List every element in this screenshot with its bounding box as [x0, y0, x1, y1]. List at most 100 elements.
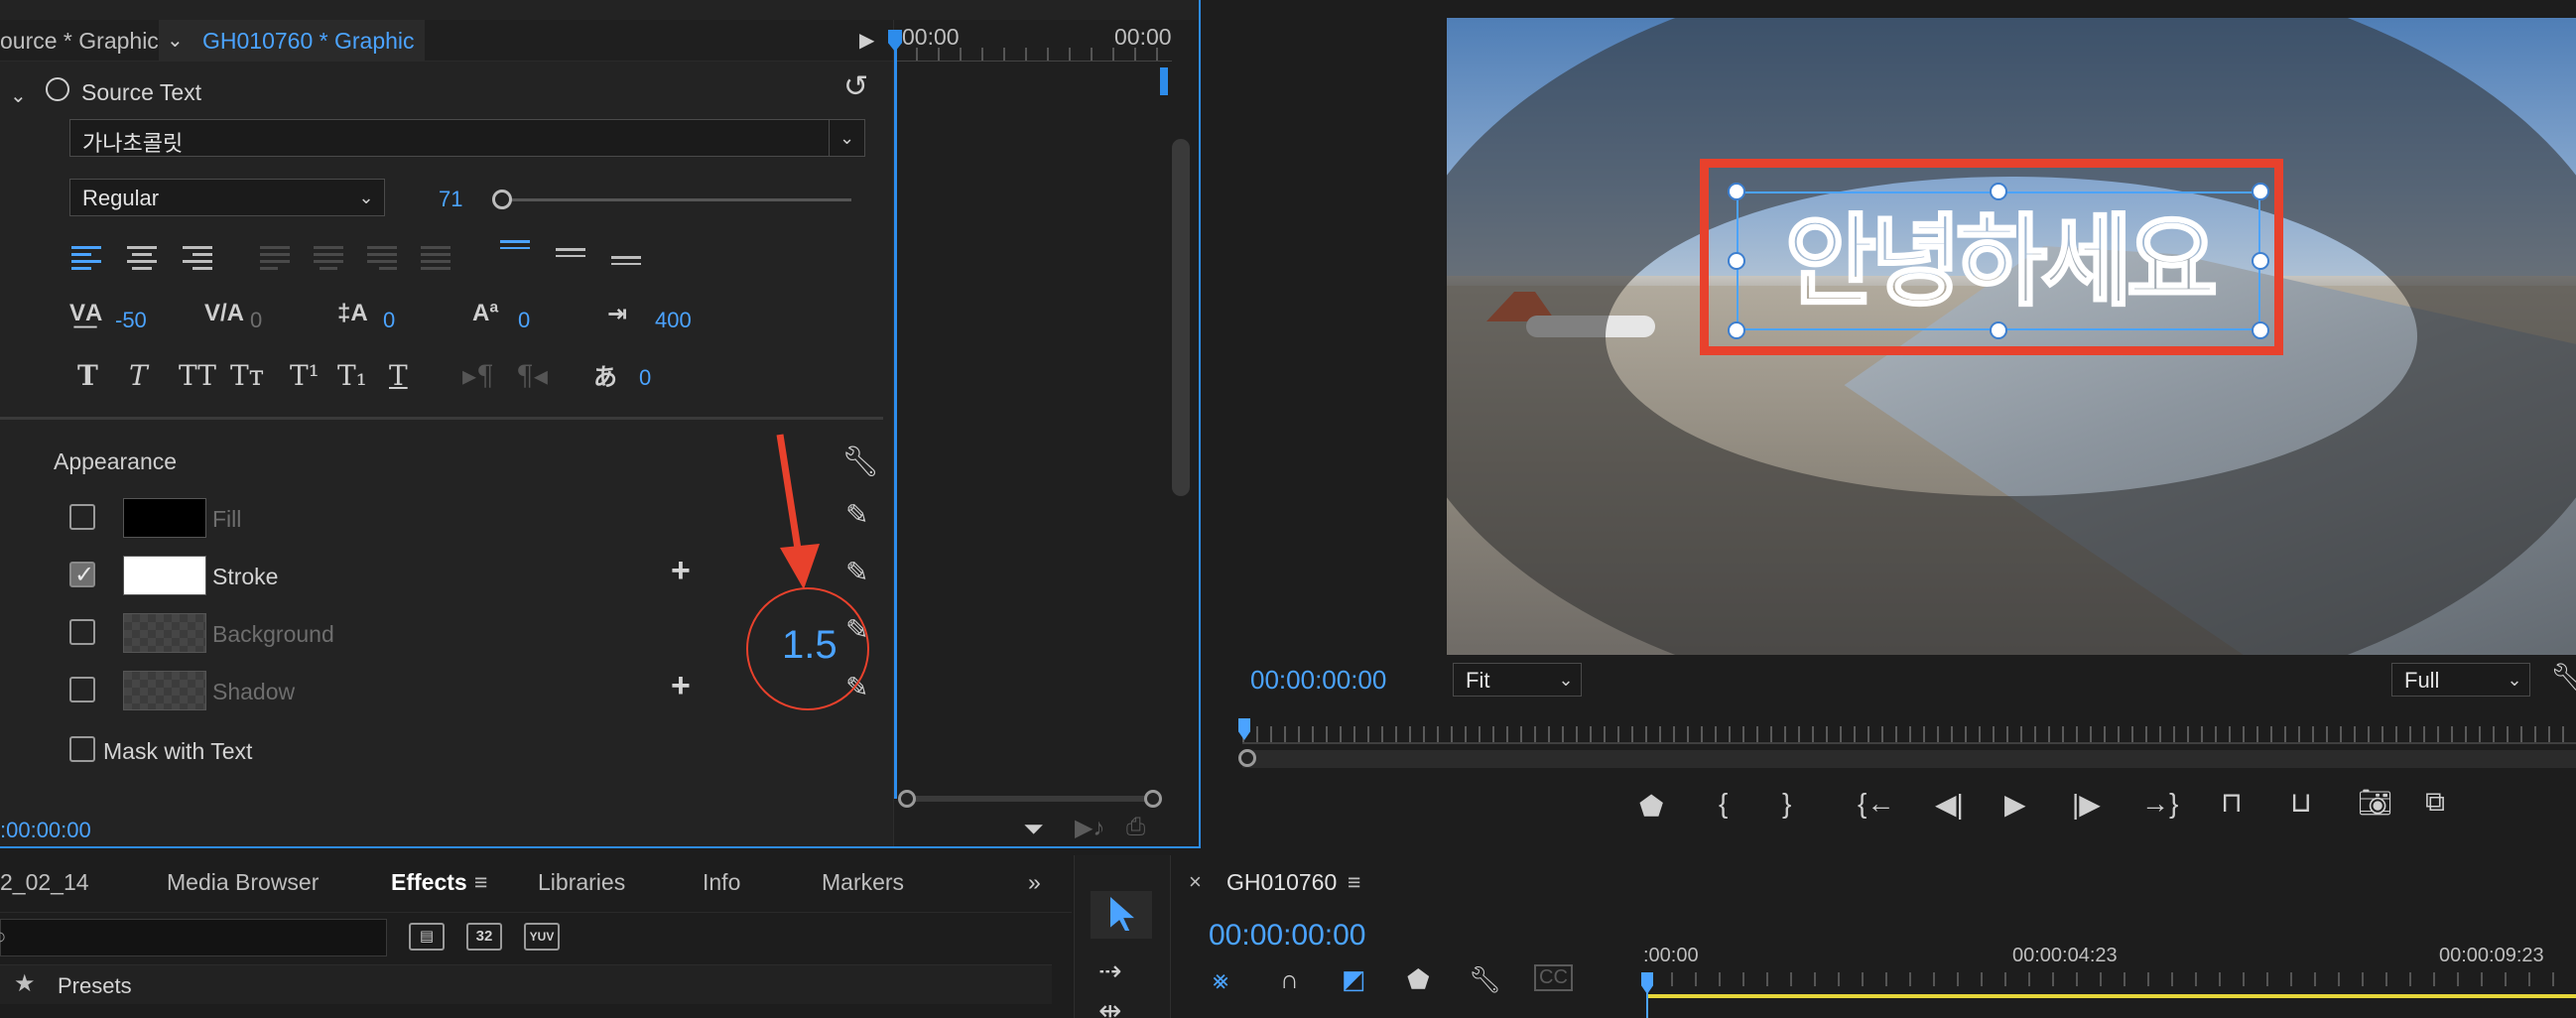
justify-last-right-icon[interactable] [367, 246, 397, 272]
presets-folder-row[interactable]: ★ Presets [0, 964, 1052, 1004]
step-forward-icon[interactable]: |▶ [2072, 788, 2101, 821]
font-family-dropdown[interactable]: 가나초콜릿 ⌄ [69, 119, 865, 157]
add-stroke-plus-icon[interactable]: + [671, 552, 691, 590]
subscript-button[interactable]: T₁ [337, 359, 367, 392]
tab-media-browser[interactable]: Media Browser [167, 869, 319, 896]
tab-info[interactable]: Info [703, 869, 740, 896]
eyedropper-icon[interactable]: ✎ [845, 498, 868, 531]
chevron-down-icon[interactable]: ⌄ [10, 83, 27, 108]
yuv-effects-chip[interactable]: YUV [524, 923, 560, 951]
transform-handle[interactable] [1728, 183, 1745, 200]
vertical-scrollbar[interactable] [1172, 139, 1190, 496]
filter-icon[interactable]: ⏷ [1023, 814, 1044, 845]
mark-out-icon[interactable]: } [1782, 788, 1791, 820]
faux-bold-button[interactable]: T [77, 359, 98, 392]
background-checkbox[interactable] [69, 619, 95, 645]
baseline-shift-value[interactable]: 0 [518, 308, 530, 333]
font-size-slider-knob[interactable] [492, 190, 512, 209]
add-marker-icon[interactable]: ⬟ [1639, 790, 1663, 823]
rtl-paragraph-icon[interactable]: ¶◂ [516, 359, 548, 392]
align-bottom-icon[interactable] [611, 256, 641, 282]
play-audio-icon[interactable]: ▶♪ [1075, 814, 1104, 842]
tracking-value[interactable]: -50 [115, 308, 147, 333]
chevron-down-icon[interactable]: ⌄ [829, 120, 864, 156]
wrench-icon[interactable]: 🔧︎ [1469, 964, 1501, 995]
mark-in-icon[interactable]: { [1719, 788, 1728, 820]
faux-italic-button[interactable]: T [129, 359, 148, 392]
all-caps-button[interactable]: TT [179, 359, 216, 392]
zoom-scrollbar[interactable] [900, 796, 1160, 802]
export-frame-camera-icon[interactable]: 📷︎ [2358, 786, 2393, 819]
captions-icon[interactable]: CC [1534, 964, 1573, 991]
font-size-value[interactable]: 71 [439, 187, 462, 212]
justify-all-icon[interactable] [421, 246, 451, 272]
stroke-color-swatch[interactable] [123, 556, 206, 595]
menu-icon[interactable]: ≡ [1348, 869, 1360, 896]
transform-handle[interactable] [2252, 252, 2269, 270]
program-ruler[interactable] [1242, 726, 2576, 742]
align-left-icon[interactable] [71, 246, 101, 272]
tab-libraries[interactable]: Libraries [538, 869, 625, 896]
add-marker-icon[interactable]: ⬟ [1407, 964, 1430, 995]
comparison-view-icon[interactable]: ⧉ [2425, 786, 2445, 819]
wrench-icon[interactable]: 🔧︎ [2550, 661, 2576, 694]
resolution-dropdown[interactable]: Full ⌄ [2391, 663, 2530, 697]
font-size-slider-track[interactable] [502, 198, 851, 201]
fill-color-swatch[interactable] [123, 498, 206, 538]
stroke-width-value[interactable]: 1.5 [782, 623, 837, 668]
reset-icon[interactable]: ↺ [843, 69, 868, 104]
effect-controls-timecode[interactable]: :00:00:00 [0, 818, 91, 843]
selection-tool-button[interactable] [1091, 891, 1152, 939]
kerning-value[interactable]: 0 [250, 308, 262, 333]
ripple-edit-tool-icon[interactable]: ⇹ [1098, 994, 1121, 1018]
shadow-color-swatch[interactable] [123, 671, 206, 710]
nest-icon[interactable]: ⨳ [1213, 964, 1228, 996]
sequence-timecode[interactable]: 00:00:00:00 [1209, 919, 1365, 953]
transform-handle[interactable] [2252, 183, 2269, 200]
zoom-dropdown[interactable]: Fit ⌄ [1453, 663, 1582, 697]
transform-handle[interactable] [1990, 321, 2007, 339]
tab-active-clip[interactable]: GH010760 * Graphic [202, 28, 415, 55]
fill-checkbox[interactable] [69, 504, 95, 530]
accelerated-effects-icon[interactable]: ▤ [409, 923, 445, 951]
tab-project[interactable]: 2_02_14 [0, 869, 89, 896]
tab-effects[interactable]: Effects [391, 869, 467, 896]
transform-handle[interactable] [1728, 321, 1745, 339]
sequence-tab[interactable]: GH010760 [1226, 869, 1337, 896]
work-area-bar[interactable] [1647, 994, 2576, 998]
transform-handle[interactable] [1728, 252, 1745, 270]
lift-icon[interactable]: ⊓ [2221, 786, 2243, 819]
menu-icon[interactable]: ≡ [474, 869, 487, 896]
export-icon[interactable]: ⎙ [1126, 814, 1145, 841]
zoom-handle-right[interactable] [1144, 790, 1162, 808]
tsume-value[interactable]: 0 [639, 365, 651, 391]
track-select-tool-icon[interactable]: ⇢ [1098, 954, 1121, 987]
step-back-icon[interactable]: ◀| [1935, 788, 1964, 821]
chevron-down-icon[interactable]: ⌄ [167, 28, 184, 53]
background-color-swatch[interactable] [123, 613, 206, 653]
align-right-icon[interactable] [183, 246, 212, 272]
go-to-out-icon[interactable]: →} [2141, 788, 2178, 820]
tab-markers[interactable]: Markers [822, 869, 904, 896]
play-icon[interactable]: ▶ [2004, 788, 2026, 821]
justify-last-left-icon[interactable] [260, 246, 290, 272]
snap-magnet-icon[interactable]: ∩ [1280, 964, 1299, 995]
mask-with-text-checkbox[interactable] [69, 736, 95, 762]
align-top-icon[interactable] [500, 240, 530, 266]
transform-handle[interactable] [2252, 321, 2269, 339]
shadow-checkbox[interactable] [69, 677, 95, 702]
zoom-handle-left[interactable] [1238, 749, 1256, 767]
mini-timeline-ruler[interactable] [894, 48, 1172, 62]
chevron-down-icon[interactable]: ⌄ [2500, 664, 2529, 696]
font-style-dropdown[interactable]: Regular ⌄ [69, 179, 385, 216]
wrench-icon[interactable]: 🔧︎ [841, 445, 879, 479]
align-middle-icon[interactable] [556, 248, 585, 274]
chevron-down-icon[interactable]: ⌄ [1551, 664, 1581, 696]
underline-button[interactable]: T [389, 359, 408, 392]
transform-handle[interactable] [1990, 183, 2007, 200]
more-tabs-icon[interactable]: » [1028, 869, 1041, 896]
effects-search-input[interactable]: ○ [0, 919, 387, 956]
sequence-ruler[interactable] [1647, 972, 2576, 986]
zoom-handle-left[interactable] [898, 790, 916, 808]
chevron-down-icon[interactable]: ⌄ [348, 180, 384, 215]
